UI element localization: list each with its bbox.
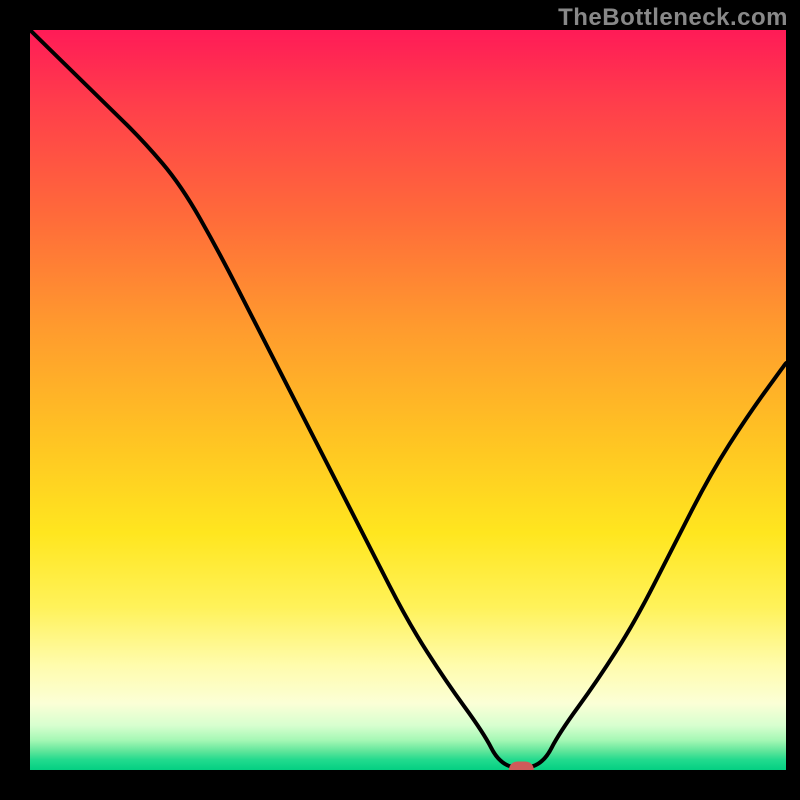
watermark-label: TheBottleneck.com <box>558 4 788 32</box>
chart-frame: TheBottleneck.com <box>0 0 800 800</box>
minimum-marker <box>509 762 533 770</box>
bottleneck-curve <box>30 30 786 768</box>
bottleneck-curve-svg <box>30 30 786 770</box>
plot-area <box>30 30 786 770</box>
